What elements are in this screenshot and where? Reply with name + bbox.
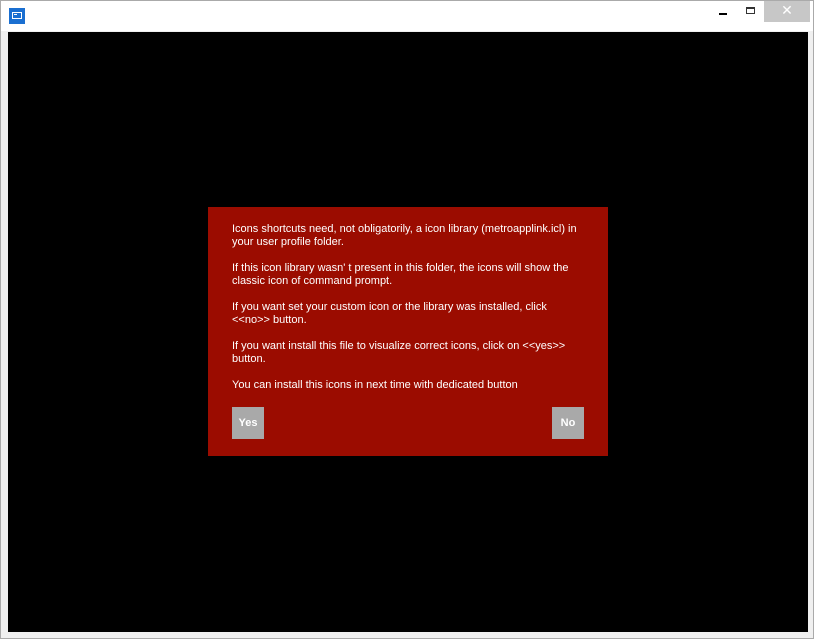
message-paragraph-4: If you want install this file to visuali… [232, 340, 566, 365]
title-bar[interactable]: ✕ [1, 1, 813, 31]
dialog-message: Icons shortcuts need, not obligatorily, … [232, 223, 584, 405]
close-icon: ✕ [781, 3, 793, 19]
minimize-icon [719, 13, 727, 15]
client-area: Icons shortcuts need, not obligatorily, … [8, 32, 808, 632]
message-paragraph-5: You can install this icons in next time … [232, 379, 518, 391]
maximize-button[interactable] [737, 1, 764, 22]
minimize-button[interactable] [709, 1, 737, 22]
console-app-icon[interactable] [9, 8, 25, 24]
yes-button[interactable]: Yes [232, 407, 264, 439]
message-paragraph-1: Icons shortcuts need, not obligatorily, … [232, 223, 577, 248]
icon-library-dialog: Icons shortcuts need, not obligatorily, … [208, 207, 608, 456]
screen-glyph [12, 12, 22, 19]
close-button[interactable]: ✕ [764, 1, 810, 22]
message-paragraph-2: If this icon library wasn' t present in … [232, 262, 569, 287]
app-window: ✕ Icons shortcuts need, not obligatorily… [0, 0, 814, 639]
maximize-icon [746, 7, 755, 14]
no-button[interactable]: No [552, 407, 584, 439]
message-paragraph-3: If you want set your custom icon or the … [232, 301, 547, 326]
